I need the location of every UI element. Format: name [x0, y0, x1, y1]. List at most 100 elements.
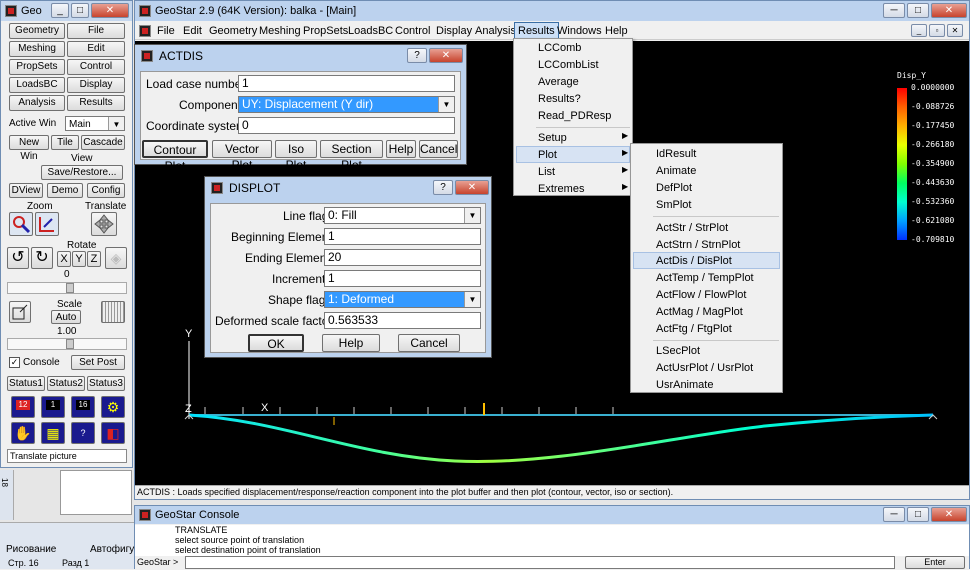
console-input[interactable] — [185, 556, 895, 569]
plot-item-usranimate[interactable]: UsrAnimate — [656, 377, 713, 393]
results-item-extremes[interactable]: Extremes — [538, 181, 584, 197]
status3-button[interactable]: Status3 — [87, 376, 125, 391]
plot-item-animate[interactable]: Animate — [656, 163, 696, 179]
plot-item-actftg[interactable]: ActFtg / FtgPlot — [656, 321, 732, 337]
pointer-tool-icon[interactable]: ⚙ — [101, 396, 125, 418]
rotate-ccw-icon[interactable]: ↺ — [7, 247, 29, 269]
set-post-button[interactable]: Set Post — [71, 355, 125, 370]
status2-button[interactable]: Status2 — [47, 376, 85, 391]
rotate-slider-thumb[interactable] — [66, 283, 74, 293]
geometry-button[interactable]: Geometry — [9, 23, 65, 39]
help-button[interactable]: ? — [433, 180, 453, 195]
dview-button[interactable]: DView — [9, 183, 43, 198]
results-item-plot-highlight[interactable] — [516, 146, 630, 163]
rotate-y-button[interactable]: Y — [72, 251, 86, 267]
console-checkbox[interactable]: ✓ — [9, 357, 20, 368]
rotate-z-button[interactable]: Z — [87, 251, 101, 267]
meshing-button[interactable]: Meshing — [9, 41, 65, 57]
actdis-help-button[interactable]: Help — [386, 140, 416, 158]
scale-auto-button[interactable]: Auto — [51, 310, 81, 324]
mdi-minimize-button[interactable]: _ — [911, 24, 927, 37]
menu-windows[interactable]: Windows — [557, 23, 602, 39]
rotate-link-icon[interactable]: ◈ — [105, 247, 127, 269]
results-item-results-query[interactable]: Results? — [538, 91, 581, 107]
grid-tool-icon[interactable]: ▦ — [41, 422, 65, 444]
maximize-button[interactable]: □ — [907, 3, 929, 18]
deformed-scale-field[interactable]: 0.563533 — [324, 312, 481, 329]
coordinate-system-field[interactable]: 0 — [238, 117, 455, 134]
chevron-down-icon[interactable]: ▼ — [438, 97, 454, 112]
tile-button[interactable]: Tile — [51, 135, 79, 150]
menu-help[interactable]: Help — [605, 23, 628, 39]
close-button[interactable]: ✕ — [931, 507, 967, 522]
chevron-down-icon[interactable]: ▼ — [464, 292, 480, 307]
save-restore-button[interactable]: Save/Restore... — [41, 165, 123, 180]
maximize-button[interactable]: □ — [907, 507, 929, 522]
ending-element-field[interactable]: 20 — [324, 249, 481, 266]
minimize-button[interactable]: ─ — [883, 507, 905, 522]
close-button[interactable]: ✕ — [91, 3, 129, 18]
contour-plot-button[interactable]: Contour Plot — [142, 140, 208, 173]
mdi-close-button[interactable]: ✕ — [947, 24, 963, 37]
fit-window-icon[interactable] — [9, 301, 31, 323]
iso-plot-button[interactable]: Iso Plot — [275, 140, 317, 172]
exit-tool-icon[interactable]: ◧ — [101, 422, 125, 444]
plot-item-acttemp[interactable]: ActTemp / TempPlot — [656, 270, 754, 286]
new-win-button[interactable]: New Win — [9, 135, 49, 162]
zoom-box-icon[interactable] — [35, 212, 59, 236]
autoshape-menu[interactable]: Автофигу — [90, 544, 134, 555]
cascade-button[interactable]: Cascade — [81, 135, 125, 150]
vector-plot-button[interactable]: Vector Plot — [212, 140, 272, 172]
close-button[interactable]: ✕ — [931, 3, 967, 18]
component-select[interactable]: UY: Displacement (Y dir) ▼ — [238, 96, 455, 113]
menu-geometry[interactable]: Geometry — [209, 23, 257, 39]
scale-slider[interactable] — [7, 338, 127, 350]
loadsbc-button[interactable]: LoadsBC — [9, 77, 65, 93]
close-button[interactable]: ✕ — [455, 180, 489, 195]
results-button[interactable]: Results — [67, 95, 125, 111]
plot-item-smplot[interactable]: SmPlot — [656, 197, 691, 213]
chevron-down-icon[interactable]: ▼ — [464, 208, 480, 223]
plot-item-actdis[interactable]: ActDis / DisPlot — [656, 253, 732, 269]
minimize-button[interactable]: ─ — [883, 3, 905, 18]
results-item-plot[interactable]: Plot — [538, 147, 557, 163]
plot-item-actstr[interactable]: ActStr / StrPlot — [656, 220, 728, 236]
demo-button[interactable]: Demo — [47, 183, 83, 198]
plot-item-actusrplot[interactable]: ActUsrPlot / UsrPlot — [656, 360, 753, 376]
menu-app-icon[interactable] — [139, 25, 151, 37]
axes-count-icon[interactable]: 16 — [71, 396, 95, 418]
active-win-select[interactable]: Main ▼ — [65, 116, 125, 131]
status1-button[interactable]: Status1 — [7, 376, 45, 391]
plot-item-defplot[interactable]: DefPlot — [656, 180, 692, 196]
line-flag-select[interactable]: 0: Fill ▼ — [324, 207, 481, 224]
node-count-icon[interactable]: 1 — [41, 396, 65, 418]
rotate-cw-icon[interactable]: ↻ — [31, 247, 53, 269]
zoom-in-icon[interactable] — [9, 212, 33, 236]
results-item-average[interactable]: Average — [538, 74, 579, 90]
propsets-button[interactable]: PropSets — [9, 59, 65, 75]
menu-control[interactable]: Control — [395, 23, 430, 39]
file-button[interactable]: File — [67, 23, 125, 39]
results-item-list[interactable]: List — [538, 164, 555, 180]
console-enter-button[interactable]: Enter — [905, 556, 965, 569]
displot-help-button[interactable]: Help — [322, 334, 380, 352]
results-item-lccomblist[interactable]: LCCombList — [538, 57, 599, 73]
plot-item-actflow[interactable]: ActFlow / FlowPlot — [656, 287, 746, 303]
scale-slider-thumb[interactable] — [66, 339, 74, 349]
menu-analysis[interactable]: Analysis — [475, 23, 516, 39]
menu-display[interactable]: Display — [436, 23, 472, 39]
results-item-lccomb[interactable]: LCComb — [538, 40, 581, 56]
load-case-field[interactable]: 1 — [238, 75, 455, 92]
menu-loadsbc[interactable]: LoadsBC — [348, 23, 393, 39]
actdis-cancel-button[interactable]: Cancel — [419, 140, 458, 158]
element-count-icon[interactable]: 12 — [11, 396, 35, 418]
menu-edit[interactable]: Edit — [183, 23, 202, 39]
plot-item-idresult[interactable]: IdResult — [656, 146, 696, 162]
close-button[interactable]: ✕ — [429, 48, 463, 63]
beginning-element-field[interactable]: 1 — [324, 228, 481, 245]
displot-cancel-button[interactable]: Cancel — [398, 334, 460, 352]
chevron-down-icon[interactable]: ▼ — [108, 117, 124, 130]
hatch-icon[interactable] — [101, 301, 125, 323]
menu-file[interactable]: File — [157, 23, 175, 39]
plot-item-actstrn[interactable]: ActStrn / StrnPlot — [656, 237, 740, 253]
